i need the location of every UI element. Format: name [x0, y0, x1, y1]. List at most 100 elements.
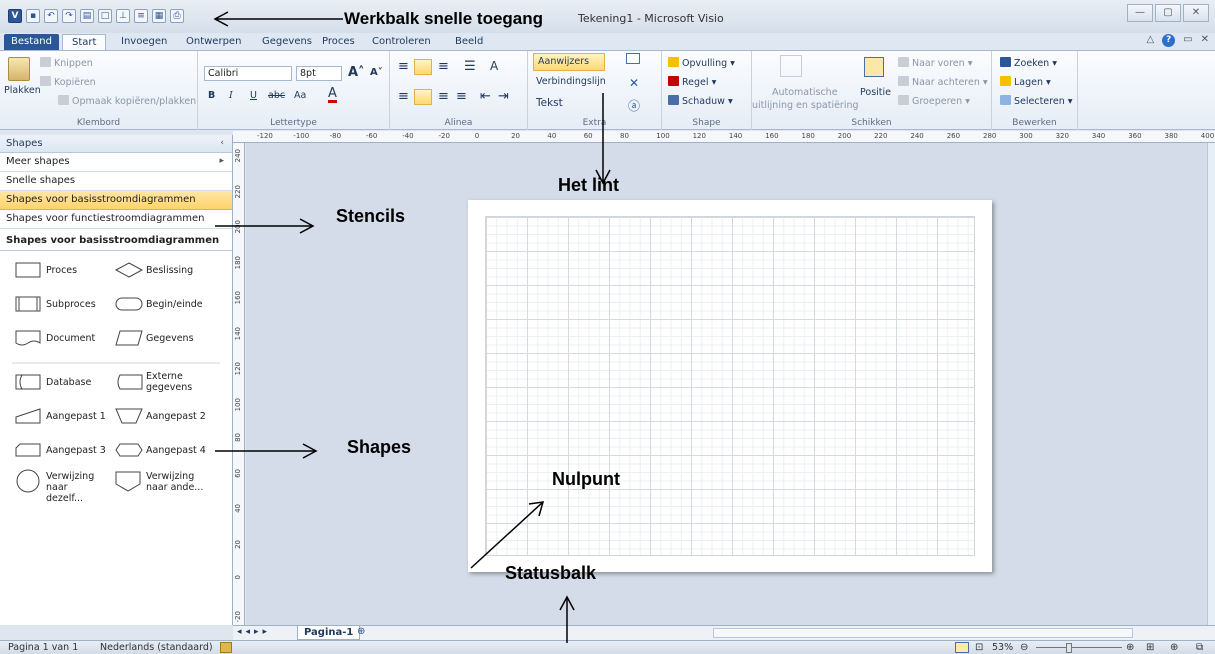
paste-button[interactable]: Plakken	[4, 85, 41, 96]
change-case-button[interactable]: Aa	[294, 90, 306, 101]
print-icon[interactable]: ⎙	[170, 9, 184, 23]
format-painter-button[interactable]: Opmaak kopiëren/plakken	[58, 95, 196, 107]
ink-icon[interactable]: ⓐ	[628, 97, 640, 114]
subprocess-shape-icon[interactable]	[15, 296, 41, 312]
copy-button[interactable]: Kopiëren	[40, 76, 96, 88]
align-bottom-icon[interactable]: ≡	[438, 59, 449, 74]
custom-2-shape-icon[interactable]	[115, 408, 143, 424]
page-tab[interactable]: Pagina-1	[297, 626, 361, 640]
tab-bestand[interactable]: Bestand	[4, 34, 59, 50]
zoom-out-icon[interactable]: ⊖	[1020, 642, 1028, 653]
collapse-panel-icon[interactable]: ‹	[220, 138, 224, 148]
on-page-ref-shape-icon[interactable]	[16, 469, 40, 493]
underline-button[interactable]: U	[250, 90, 257, 101]
select-button[interactable]: Selecteren ▾	[1000, 95, 1073, 107]
grow-font-icon[interactable]: A˄	[348, 65, 365, 80]
tab-ontwerpen[interactable]: Ontwerpen	[186, 34, 241, 50]
document-shape-icon[interactable]	[15, 330, 41, 346]
italic-button[interactable]: I	[229, 90, 233, 101]
align-right-icon[interactable]: ≡	[438, 89, 449, 104]
save-icon[interactable]: ▪	[26, 9, 40, 23]
fit-page-icon[interactable]: ⊞	[1146, 642, 1154, 653]
increase-indent-icon[interactable]: ⇥	[498, 89, 509, 104]
off-page-ref-shape-icon[interactable]	[115, 471, 141, 492]
terminator-shape-icon[interactable]	[115, 297, 143, 311]
decrease-indent-icon[interactable]: ⇤	[480, 89, 491, 104]
horizontal-scrollbar[interactable]	[713, 628, 1133, 638]
fill-button[interactable]: Opvulling ▾	[668, 57, 735, 69]
fullscreen-icon[interactable]: ⊡	[975, 642, 983, 653]
external-data-shape-icon[interactable]	[117, 374, 143, 390]
custom-3-shape-icon[interactable]	[15, 443, 41, 457]
shrink-font-icon[interactable]: A˅	[370, 67, 383, 78]
macro-icon[interactable]	[220, 642, 232, 653]
find-button[interactable]: Zoeken ▾	[1000, 57, 1057, 69]
zoom-level[interactable]: 53%	[992, 642, 1013, 653]
redo-icon[interactable]: ↷	[62, 9, 76, 23]
rectangle-tool-icon[interactable]	[626, 53, 640, 64]
open-icon[interactable]: ▤	[80, 9, 94, 23]
paste-icon[interactable]: ▦	[152, 9, 166, 23]
justify-icon[interactable]: ≡	[456, 89, 467, 104]
stencil-basic-flowchart[interactable]: Shapes voor basisstroomdiagrammen	[0, 191, 232, 210]
font-color-button[interactable]: A	[328, 87, 337, 103]
data-shape-icon[interactable]	[115, 330, 143, 346]
close-button[interactable]: ✕	[1183, 4, 1209, 22]
quick-shapes-item[interactable]: Snelle shapes	[0, 172, 232, 191]
process-shape-icon[interactable]	[15, 262, 41, 278]
text-icon[interactable]: ≡	[134, 9, 148, 23]
status-page-count[interactable]: Pagina 1 van 1	[8, 642, 78, 653]
insert-page-icon[interactable]: ⊕	[357, 626, 365, 637]
zoom-slider-thumb[interactable]	[1066, 643, 1072, 653]
tab-beeld[interactable]: Beeld	[455, 34, 483, 50]
tab-invoegen[interactable]: Invoegen	[121, 34, 167, 50]
text-direction-icon[interactable]: A	[490, 59, 498, 73]
font-family-select[interactable]: Calibri	[204, 66, 292, 81]
layers-button[interactable]: Lagen ▾	[1000, 76, 1051, 88]
zoom-slider[interactable]	[1036, 647, 1122, 648]
stencil-cross-functional[interactable]: Shapes voor functiestroomdiagrammen	[0, 210, 232, 229]
align-left-icon[interactable]: ≡	[398, 89, 409, 104]
connector-tool-button[interactable]: Verbindingslijn	[536, 76, 606, 87]
connector-icon[interactable]: ⊥	[116, 9, 130, 23]
tab-gegevens[interactable]: Gegevens	[262, 34, 312, 50]
paste-icon[interactable]	[8, 57, 30, 81]
bold-button[interactable]: B	[208, 90, 215, 101]
connection-point-icon[interactable]: ✕	[629, 76, 639, 90]
new-icon[interactable]: □	[98, 9, 112, 23]
shadow-button[interactable]: Schaduw ▾	[668, 95, 733, 107]
pan-zoom-icon[interactable]: ⊕	[1170, 642, 1178, 653]
decision-shape-icon[interactable]	[114, 262, 144, 278]
status-language[interactable]: Nederlands (standaard)	[100, 642, 213, 653]
vertical-scrollbar[interactable]	[1207, 143, 1215, 625]
text-tool-button[interactable]: Tekst	[536, 97, 563, 109]
minimize-button[interactable]: —	[1127, 4, 1153, 22]
tab-start[interactable]: Start	[62, 34, 107, 50]
bullets-icon[interactable]: ☰	[464, 59, 476, 74]
maximize-button[interactable]: ▢	[1155, 4, 1181, 22]
restore-doc-icon[interactable]: ▭	[1183, 34, 1192, 47]
tab-proces[interactable]: Proces	[322, 34, 355, 50]
zoom-in-icon[interactable]: ⊕	[1126, 642, 1134, 653]
page-view-icon[interactable]	[955, 642, 969, 653]
align-center-icon[interactable]	[414, 89, 432, 105]
position-button[interactable]: Positie	[860, 87, 891, 98]
custom-1-shape-icon[interactable]	[15, 408, 41, 424]
tab-controleren[interactable]: Controleren	[372, 34, 431, 50]
cut-button[interactable]: Knippen	[40, 57, 93, 69]
drawing-page[interactable]	[468, 200, 992, 572]
close-doc-icon[interactable]: ✕	[1201, 34, 1209, 47]
page-nav-icons[interactable]: ◂◂▸▸	[237, 627, 271, 637]
custom-4-shape-icon[interactable]	[115, 443, 143, 457]
minimize-ribbon-icon[interactable]: △	[1146, 34, 1154, 47]
help-icon[interactable]: ?	[1162, 34, 1176, 47]
switch-windows-icon[interactable]: ⧉	[1196, 642, 1203, 653]
align-middle-icon[interactable]	[414, 59, 432, 75]
align-top-icon[interactable]: ≡	[398, 59, 409, 74]
strikethrough-button[interactable]: abc	[268, 90, 285, 101]
visio-icon[interactable]: V	[8, 9, 22, 23]
more-shapes-item[interactable]: Meer shapes ▸	[0, 153, 232, 172]
line-button[interactable]: Regel ▾	[668, 76, 716, 88]
font-size-select[interactable]: 8pt	[296, 66, 342, 81]
position-icon[interactable]	[864, 57, 884, 77]
